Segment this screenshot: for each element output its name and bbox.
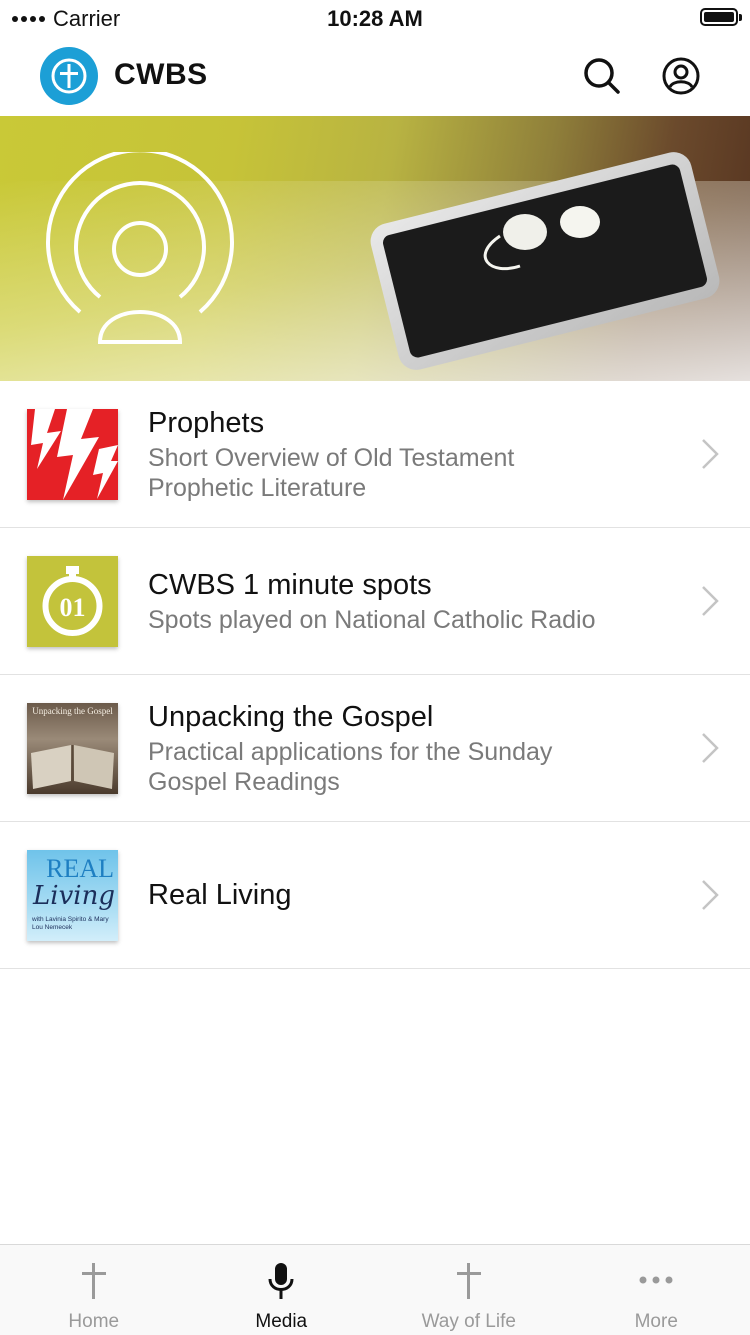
cross-icon — [454, 1261, 484, 1301]
stopwatch-number: 01 — [60, 593, 86, 622]
tab-label: Home — [0, 1311, 188, 1333]
tab-label: More — [563, 1311, 750, 1333]
earbuds-image — [480, 196, 630, 276]
cross-logo-icon[interactable] — [40, 47, 98, 105]
list-item-unpacking-gospel[interactable]: Unpacking the Gospel Unpacking the Gospe… — [0, 675, 750, 822]
list-item-minute-spots[interactable]: 01 CWBS 1 minute spots Spots played on N… — [0, 528, 750, 675]
status-time: 10:28 AM — [0, 6, 750, 32]
app-title: CWBS — [114, 58, 208, 92]
gospel-book-thumbnail: Unpacking the Gospel — [27, 703, 118, 794]
real-living-thumbnail: REAL Living with Lavinia Spirito & Mary … — [27, 850, 118, 941]
more-icon — [636, 1261, 676, 1301]
item-title: CWBS 1 minute spots — [148, 567, 670, 603]
search-icon[interactable] — [580, 54, 624, 98]
cross-icon — [79, 1261, 109, 1301]
tab-media[interactable]: Media — [188, 1245, 376, 1335]
tab-home[interactable]: Home — [0, 1245, 188, 1335]
chevron-right-icon — [700, 879, 720, 911]
item-title: Prophets — [148, 405, 670, 441]
tab-more[interactable]: More — [563, 1245, 750, 1335]
list-item-prophets[interactable]: Prophets Short Overview of Old Testament… — [0, 381, 750, 528]
tab-way-of-life[interactable]: Way of Life — [375, 1245, 563, 1335]
chevron-right-icon — [700, 585, 720, 617]
media-list: Prophets Short Overview of Old Testament… — [0, 381, 750, 969]
status-bar: Carrier 10:28 AM — [0, 0, 750, 36]
item-subtitle: Practical applications for the Sunday Go… — [148, 737, 670, 797]
tab-label: Way of Life — [375, 1311, 563, 1333]
chevron-right-icon — [700, 732, 720, 764]
battery-icon — [700, 8, 738, 26]
list-item-real-living[interactable]: REAL Living with Lavinia Spirito & Mary … — [0, 822, 750, 969]
item-subtitle: Spots played on National Catholic Radio — [148, 605, 670, 635]
microphone-icon — [266, 1261, 296, 1301]
item-title: Real Living — [148, 877, 670, 913]
account-icon[interactable] — [659, 54, 703, 98]
item-title: Unpacking the Gospel — [148, 699, 670, 735]
app-header: CWBS — [0, 36, 750, 116]
item-subtitle: Short Overview of Old Testament Propheti… — [148, 443, 670, 503]
hero-banner — [0, 116, 750, 381]
tab-bar: Home Media Way of Life Mor — [0, 1244, 750, 1335]
podcast-icon — [40, 152, 240, 352]
prophets-thumbnail — [27, 409, 118, 500]
tab-label: Media — [188, 1311, 376, 1333]
chevron-right-icon — [700, 438, 720, 470]
stopwatch-thumbnail: 01 — [27, 556, 118, 647]
